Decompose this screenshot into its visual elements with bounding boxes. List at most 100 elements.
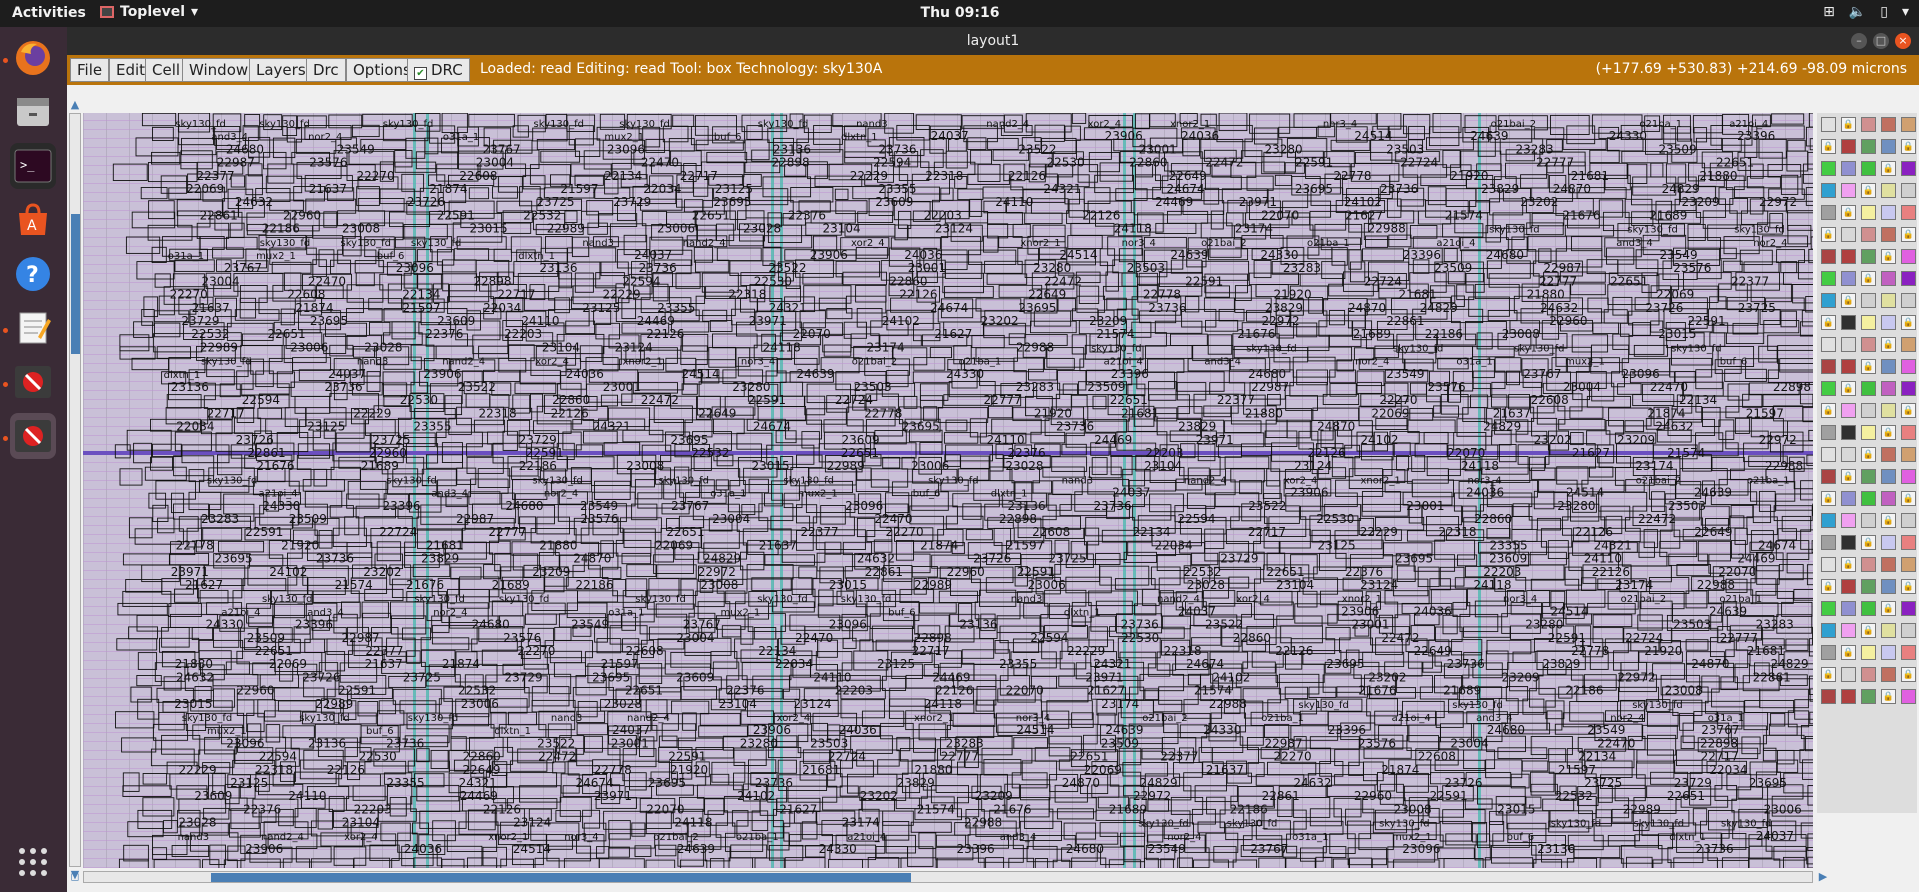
layout-drawing[interactable]: sky130_fd sky130_fd sky130_fd sky130_fd sky1… xyxy=(83,113,1813,868)
layer-swatch[interactable] xyxy=(1821,337,1836,352)
layer-swatch[interactable] xyxy=(1841,601,1856,616)
layer-swatch[interactable] xyxy=(1821,381,1836,396)
layer-swatch[interactable] xyxy=(1881,579,1896,594)
layer-swatch[interactable] xyxy=(1821,271,1836,286)
layer-swatch[interactable] xyxy=(1861,557,1876,572)
layer-swatch[interactable] xyxy=(1841,667,1856,682)
layer-swatch[interactable] xyxy=(1901,689,1916,704)
layer-palette[interactable]: 🔒 🔒 🔒 🔒 🔒 🔒 🔒 🔒 🔒 🔒 🔒 🔒 🔒 🔒 🔒 🔒 🔒 🔒 🔒 🔒 🔒 🔒 🔒 🔒 🔒 🔒 🔒 🔒 🔒 🔒 🔒 🔒 🔒 🔒 xyxy=(1817,113,1917,813)
layer-swatch[interactable] xyxy=(1861,513,1876,528)
layer-swatch[interactable] xyxy=(1881,227,1896,242)
vertical-scrollbar[interactable] xyxy=(69,113,81,867)
layer-swatch[interactable] xyxy=(1821,359,1836,374)
layer-swatch[interactable] xyxy=(1901,381,1916,396)
scroll-up-icon[interactable]: ▲ xyxy=(69,99,81,111)
lock-icon[interactable]: 🔒 xyxy=(1821,139,1836,154)
layer-swatch[interactable] xyxy=(1881,139,1896,154)
layer-swatch[interactable] xyxy=(1861,205,1876,220)
menu-file[interactable]: File xyxy=(70,58,110,82)
lock-icon[interactable]: 🔒 xyxy=(1861,271,1876,286)
layer-swatch[interactable] xyxy=(1821,601,1836,616)
layer-swatch[interactable] xyxy=(1881,205,1896,220)
text-editor-icon[interactable] xyxy=(10,305,56,351)
lock-icon[interactable]: 🔒 xyxy=(1841,557,1856,572)
layer-swatch[interactable] xyxy=(1821,117,1836,132)
lock-icon[interactable]: 🔒 xyxy=(1841,381,1856,396)
layer-swatch[interactable] xyxy=(1861,315,1876,330)
layer-swatch[interactable] xyxy=(1861,381,1876,396)
layer-swatch[interactable] xyxy=(1881,491,1896,506)
layer-swatch[interactable] xyxy=(1861,469,1876,484)
layer-swatch[interactable] xyxy=(1841,513,1856,528)
layer-swatch[interactable] xyxy=(1841,183,1856,198)
layer-swatch[interactable] xyxy=(1881,359,1896,374)
lock-icon[interactable]: 🔒 xyxy=(1821,403,1836,418)
layer-swatch[interactable] xyxy=(1841,227,1856,242)
software-center-icon[interactable]: A xyxy=(10,197,56,243)
layer-swatch[interactable] xyxy=(1861,645,1876,660)
layer-swatch[interactable] xyxy=(1861,139,1876,154)
layer-swatch[interactable] xyxy=(1821,161,1836,176)
volume-icon[interactable]: 🔈 xyxy=(1849,4,1866,20)
horizontal-scroll-thumb[interactable] xyxy=(211,873,911,882)
show-applications-button[interactable] xyxy=(10,839,56,885)
layer-swatch[interactable] xyxy=(1861,293,1876,308)
layer-swatch[interactable] xyxy=(1881,293,1896,308)
lock-icon[interactable]: 🔒 xyxy=(1861,447,1876,462)
layer-swatch[interactable] xyxy=(1881,183,1896,198)
layer-swatch[interactable] xyxy=(1861,249,1876,264)
chevron-down-icon[interactable]: ▾ xyxy=(1902,4,1909,20)
layer-swatch[interactable] xyxy=(1841,271,1856,286)
drc-toggle[interactable]: ✔ DRC xyxy=(407,58,470,82)
layer-swatch[interactable] xyxy=(1901,535,1916,550)
layer-swatch[interactable] xyxy=(1821,535,1836,550)
battery-icon[interactable]: ▯ xyxy=(1880,4,1888,20)
layer-swatch[interactable] xyxy=(1821,513,1836,528)
layer-swatch[interactable] xyxy=(1861,161,1876,176)
lock-icon[interactable]: 🔒 xyxy=(1841,469,1856,484)
layer-swatch[interactable] xyxy=(1821,557,1836,572)
layer-swatch[interactable] xyxy=(1861,491,1876,506)
lock-icon[interactable]: 🔒 xyxy=(1881,249,1896,264)
layer-swatch[interactable] xyxy=(1901,623,1916,638)
layer-swatch[interactable] xyxy=(1861,403,1876,418)
layer-swatch[interactable] xyxy=(1901,161,1916,176)
layer-swatch[interactable] xyxy=(1901,645,1916,660)
layer-swatch[interactable] xyxy=(1841,491,1856,506)
horizontal-scrollbar[interactable] xyxy=(83,871,1813,883)
lock-icon[interactable]: 🔒 xyxy=(1821,579,1836,594)
layer-swatch[interactable] xyxy=(1841,579,1856,594)
layer-swatch[interactable] xyxy=(1821,645,1836,660)
layer-swatch[interactable] xyxy=(1821,205,1836,220)
layer-swatch[interactable] xyxy=(1861,667,1876,682)
network-icon[interactable]: ⊞ xyxy=(1823,4,1835,20)
layer-swatch[interactable] xyxy=(1901,249,1916,264)
layer-swatch[interactable] xyxy=(1821,425,1836,440)
layer-swatch[interactable] xyxy=(1861,425,1876,440)
lock-icon[interactable]: 🔒 xyxy=(1841,205,1856,220)
lock-icon[interactable]: 🔒 xyxy=(1881,337,1896,352)
lock-icon[interactable]: 🔒 xyxy=(1841,293,1856,308)
layer-swatch[interactable] xyxy=(1901,183,1916,198)
layer-swatch[interactable] xyxy=(1901,337,1916,352)
system-tray[interactable]: ⊞ 🔈 ▯ ▾ xyxy=(1823,4,1909,20)
layer-swatch[interactable] xyxy=(1841,535,1856,550)
layer-swatch[interactable] xyxy=(1821,469,1836,484)
layer-swatch[interactable] xyxy=(1881,645,1896,660)
lock-icon[interactable]: 🔒 xyxy=(1881,161,1896,176)
menu-cell[interactable]: Cell xyxy=(145,58,188,82)
menu-window[interactable]: Window xyxy=(182,58,256,82)
layer-swatch[interactable] xyxy=(1841,161,1856,176)
layer-swatch[interactable] xyxy=(1901,447,1916,462)
layer-swatch[interactable] xyxy=(1901,557,1916,572)
layer-swatch[interactable] xyxy=(1821,447,1836,462)
lock-icon[interactable]: 🔒 xyxy=(1901,139,1916,154)
layer-swatch[interactable] xyxy=(1881,403,1896,418)
lock-icon[interactable]: 🔒 xyxy=(1901,667,1916,682)
lock-icon[interactable]: 🔒 xyxy=(1861,623,1876,638)
layer-swatch[interactable] xyxy=(1841,249,1856,264)
lock-icon[interactable]: 🔒 xyxy=(1861,535,1876,550)
layout-canvas[interactable]: sky130_fd sky130_fd sky130_fd sky130_fd sky1… xyxy=(83,113,1813,868)
layer-swatch[interactable] xyxy=(1821,183,1836,198)
layer-swatch[interactable] xyxy=(1841,337,1856,352)
